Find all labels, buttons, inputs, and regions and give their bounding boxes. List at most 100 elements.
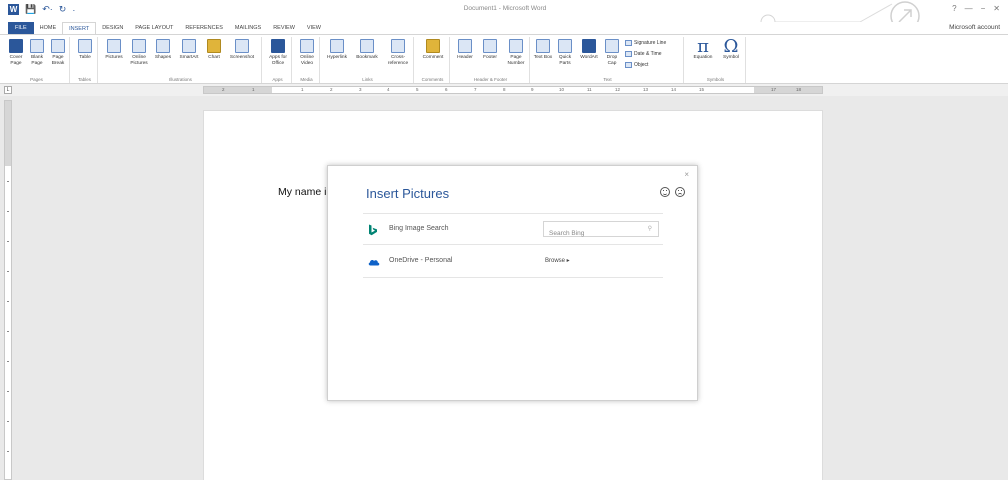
shapes-label: Shapes xyxy=(154,55,172,60)
group-text: Text Box Quick Parts WordArt Drop Cap Si… xyxy=(532,37,684,83)
group-links: Hyperlink Bookmark Cross-reference Links xyxy=(322,37,414,83)
horizontal-ruler[interactable]: 2 1 1 2 3 4 5 6 7 8 9 10 11 12 13 14 15 … xyxy=(203,86,823,94)
hyperlink-icon xyxy=(330,39,344,53)
object-button[interactable]: Object xyxy=(625,62,648,68)
document-text[interactable]: My name i xyxy=(278,186,326,198)
table-button[interactable]: Table xyxy=(75,39,95,61)
ruler-tick xyxy=(7,301,9,302)
quick-access-toolbar: W 💾 ↶· ↻ · xyxy=(8,4,75,15)
page-break-button[interactable]: Page Break xyxy=(48,39,68,67)
symbol-button[interactable]: Ω Symbol xyxy=(719,38,743,61)
redo-button[interactable]: ↻ xyxy=(59,4,67,15)
signature-line-button[interactable]: Signature Line xyxy=(625,40,666,46)
chart-label: Chart xyxy=(208,55,220,60)
cross-reference-button[interactable]: Cross-reference xyxy=(383,39,413,67)
tab-review[interactable]: REVIEW xyxy=(267,22,301,34)
date-time-icon xyxy=(625,51,632,57)
smartart-icon xyxy=(182,39,196,53)
tab-page-layout[interactable]: PAGE LAYOUT xyxy=(129,22,179,34)
bookmark-icon xyxy=(360,39,374,53)
group-label-links: Links xyxy=(362,77,373,82)
ribbon-display-button[interactable]: ― xyxy=(965,4,973,13)
onedrive-cloud-icon xyxy=(368,260,380,266)
comment-icon xyxy=(426,39,440,53)
chart-icon xyxy=(207,39,221,53)
quick-parts-button[interactable]: Quick Parts xyxy=(554,39,576,67)
undo-button[interactable]: ↶· xyxy=(42,4,53,15)
blank-page-button[interactable]: Blank Page xyxy=(27,39,47,67)
pictures-button[interactable]: Pictures xyxy=(102,39,126,61)
search-bing-input[interactable] xyxy=(544,226,640,241)
text-box-label: Text Box xyxy=(533,55,553,60)
apps-for-office-button[interactable]: Apps for Office xyxy=(266,39,290,67)
wordart-label: WordArt xyxy=(580,55,598,60)
frown-icon[interactable] xyxy=(675,187,685,197)
onedrive-label: OneDrive - Personal xyxy=(389,257,453,264)
pictures-label: Pictures xyxy=(105,55,123,60)
smile-icon[interactable] xyxy=(660,187,670,197)
wordart-button[interactable]: WordArt xyxy=(577,39,601,61)
drop-cap-icon xyxy=(605,39,619,53)
ruler-tick xyxy=(7,211,9,212)
wordart-icon xyxy=(582,39,596,53)
browse-link[interactable]: Browse ▸ xyxy=(545,257,570,264)
dialog-close-button[interactable]: × xyxy=(684,170,689,179)
tab-design[interactable]: DESIGN xyxy=(96,22,129,34)
shapes-button[interactable]: Shapes xyxy=(152,39,174,61)
ruler-num: 1 xyxy=(301,87,304,92)
screenshot-button[interactable]: Screenshot xyxy=(225,39,259,61)
comment-button[interactable]: Comment xyxy=(418,39,448,61)
tab-view[interactable]: VIEW xyxy=(301,22,327,34)
apps-label: Apps for Office xyxy=(269,55,287,66)
pi-icon: π xyxy=(697,36,709,57)
cover-page-button[interactable]: Cover Page xyxy=(6,39,26,67)
search-icon[interactable]: ⚲ xyxy=(648,225,652,232)
ruler-num: 10 xyxy=(559,87,565,92)
group-pages: Cover Page Blank Page Page Break Pages xyxy=(4,37,70,83)
ruler-num: 3 xyxy=(359,87,362,92)
ruler-num: 2 xyxy=(330,87,333,92)
group-label-tables: Tables xyxy=(77,77,91,82)
online-pictures-button[interactable]: Online Pictures xyxy=(127,39,151,67)
group-apps: Apps for Office Apps xyxy=(264,37,292,83)
ruler-num: 11 xyxy=(587,87,592,92)
onedrive-row[interactable]: OneDrive - Personal Browse ▸ xyxy=(363,246,663,278)
cover-page-icon xyxy=(9,39,23,53)
close-window-button[interactable]: ✕ xyxy=(993,4,1000,13)
tab-file[interactable]: FILE xyxy=(8,22,34,34)
footer-button[interactable]: Footer xyxy=(478,39,502,61)
cover-page-label: Cover Page xyxy=(9,55,23,66)
minimize-button[interactable]: − xyxy=(981,4,986,13)
text-box-button[interactable]: Text Box xyxy=(533,39,553,61)
group-media: Online Video Media xyxy=(294,37,320,83)
ruler-num: 14 xyxy=(671,87,677,92)
pictures-icon xyxy=(107,39,121,53)
tab-home[interactable]: HOME xyxy=(34,22,63,34)
chart-button[interactable]: Chart xyxy=(204,39,224,61)
smartart-button[interactable]: SmartArt xyxy=(175,39,203,61)
save-icon[interactable]: 💾 xyxy=(25,4,36,15)
ruler-tick xyxy=(7,181,9,182)
search-bing-box[interactable]: ⚲ xyxy=(543,221,659,241)
tab-references[interactable]: REFERENCES xyxy=(179,22,229,34)
window-controls: ? ― − ✕ xyxy=(952,4,1000,13)
online-video-button[interactable]: Online Video xyxy=(296,39,318,67)
tab-selector-button[interactable]: L xyxy=(4,86,12,94)
bookmark-button[interactable]: Bookmark xyxy=(352,39,382,61)
drop-cap-button[interactable]: Drop Cap xyxy=(602,39,622,67)
vertical-ruler[interactable] xyxy=(4,100,12,480)
header-button[interactable]: Header xyxy=(453,39,477,61)
page-number-button[interactable]: Page Number xyxy=(503,39,529,67)
bing-image-search-row[interactable]: Bing Image Search ⚲ xyxy=(363,213,663,245)
equation-button[interactable]: π Equation xyxy=(688,36,718,61)
hyperlink-button[interactable]: Hyperlink xyxy=(323,39,351,61)
ruler-num: 8 xyxy=(503,87,506,92)
tab-mailings[interactable]: MAILINGS xyxy=(229,22,267,34)
account-button[interactable]: Microsoft account xyxy=(949,22,1000,34)
customize-qat-icon[interactable]: · xyxy=(72,5,75,15)
help-button[interactable]: ? xyxy=(952,4,956,13)
quick-parts-label: Quick Parts xyxy=(558,55,572,66)
date-time-button[interactable]: Date & Time xyxy=(625,51,662,57)
tab-insert[interactable]: INSERT xyxy=(62,22,97,34)
ruler-num: 6 xyxy=(445,87,448,92)
